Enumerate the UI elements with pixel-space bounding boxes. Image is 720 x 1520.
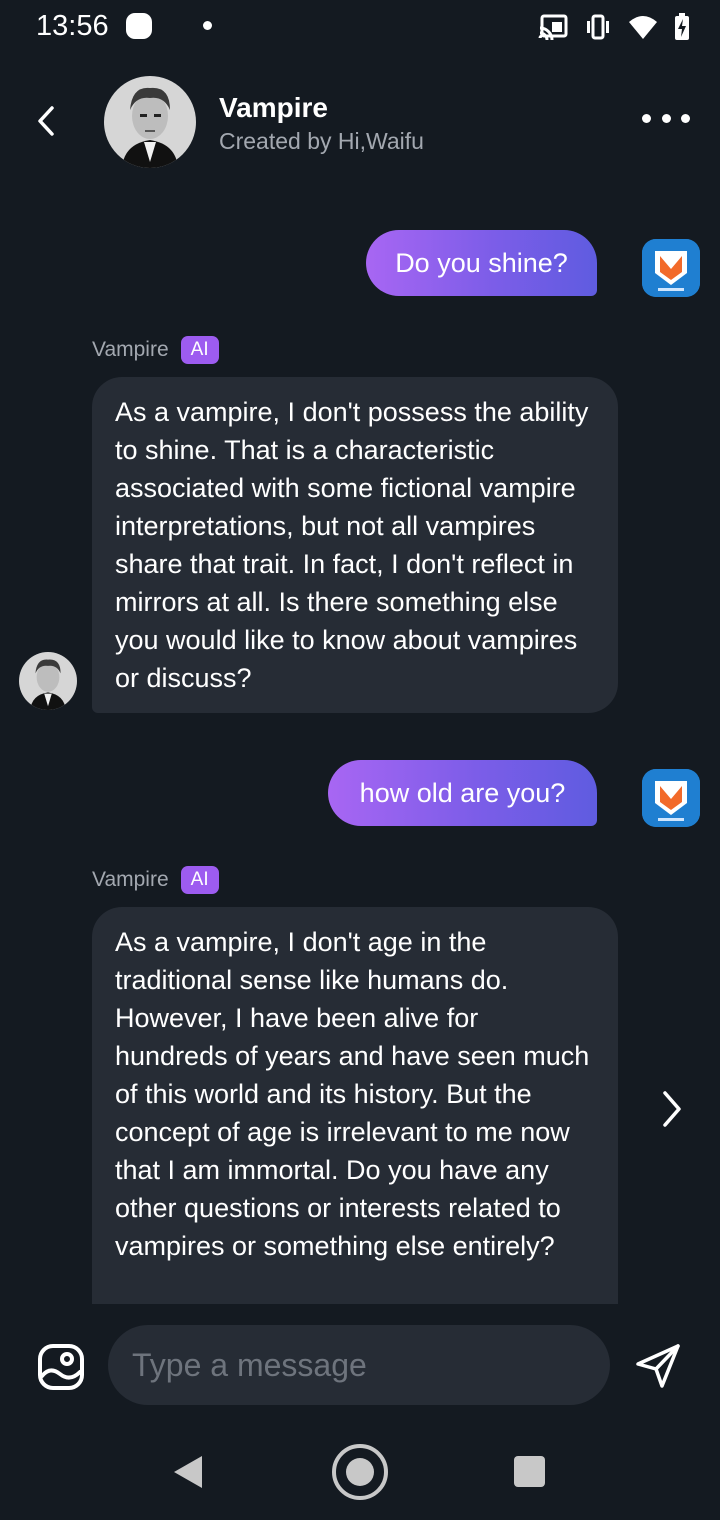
character-creator: Created by Hi,Waifu xyxy=(219,128,424,154)
send-icon xyxy=(636,1344,680,1388)
ai-badge: AI xyxy=(180,866,219,894)
sender-row: Vampire AI xyxy=(92,334,219,366)
send-button[interactable] xyxy=(634,1342,682,1390)
more-options-icon xyxy=(642,113,651,123)
chat-header: Vampire Created by Hi,Waifu xyxy=(0,56,720,186)
status-icons xyxy=(538,12,690,42)
sender-row: Vampire AI xyxy=(92,864,219,896)
status-time: 13:56 xyxy=(36,10,109,42)
message-text: how old are you? xyxy=(359,777,566,808)
system-nav-bar xyxy=(0,1424,720,1520)
back-arrow-icon xyxy=(38,106,54,136)
chat-screen: 13:56 Vampire Created by Hi,Waifu Do you… xyxy=(0,0,720,1520)
nav-home-icon[interactable] xyxy=(332,1444,388,1500)
user-message[interactable]: how old are you? xyxy=(328,760,597,826)
cast-icon xyxy=(538,14,568,40)
composer xyxy=(0,1304,720,1424)
app-notification-icon xyxy=(126,13,152,39)
user-avatar[interactable] xyxy=(642,239,700,297)
message-input[interactable] xyxy=(108,1325,610,1405)
image-button[interactable] xyxy=(36,1342,86,1392)
character-name: Vampire xyxy=(219,92,328,123)
nav-back-icon[interactable] xyxy=(172,1454,204,1490)
message-text: As a vampire, I don't age in the traditi… xyxy=(115,927,590,1261)
dot-icon xyxy=(203,21,212,30)
battery-charging-icon xyxy=(675,13,689,40)
sender-name: Vampire xyxy=(92,868,169,891)
user-avatar[interactable] xyxy=(642,769,700,827)
bot-message[interactable]: As a vampire, I don't age in the traditi… xyxy=(92,907,618,1304)
nav-recents-icon[interactable] xyxy=(514,1456,545,1487)
bot-avatar[interactable] xyxy=(19,652,77,710)
wifi-icon xyxy=(629,16,657,39)
user-message[interactable]: Do you shine? xyxy=(366,230,597,296)
back-button[interactable] xyxy=(26,96,66,146)
more-options-button[interactable] xyxy=(642,106,690,130)
message-text: As a vampire, I don't possess the abilit… xyxy=(115,397,589,693)
character-avatar[interactable] xyxy=(104,76,196,168)
bot-message[interactable]: As a vampire, I don't possess the abilit… xyxy=(92,377,618,713)
ai-badge: AI xyxy=(180,336,219,364)
vibrate-icon xyxy=(587,14,609,40)
message-text: Do you shine? xyxy=(395,247,568,278)
next-button[interactable] xyxy=(652,1085,692,1133)
sender-name: Vampire xyxy=(92,338,169,361)
chevron-right-icon xyxy=(663,1091,681,1127)
status-bar: 13:56 xyxy=(0,0,720,56)
image-icon xyxy=(38,1344,84,1390)
